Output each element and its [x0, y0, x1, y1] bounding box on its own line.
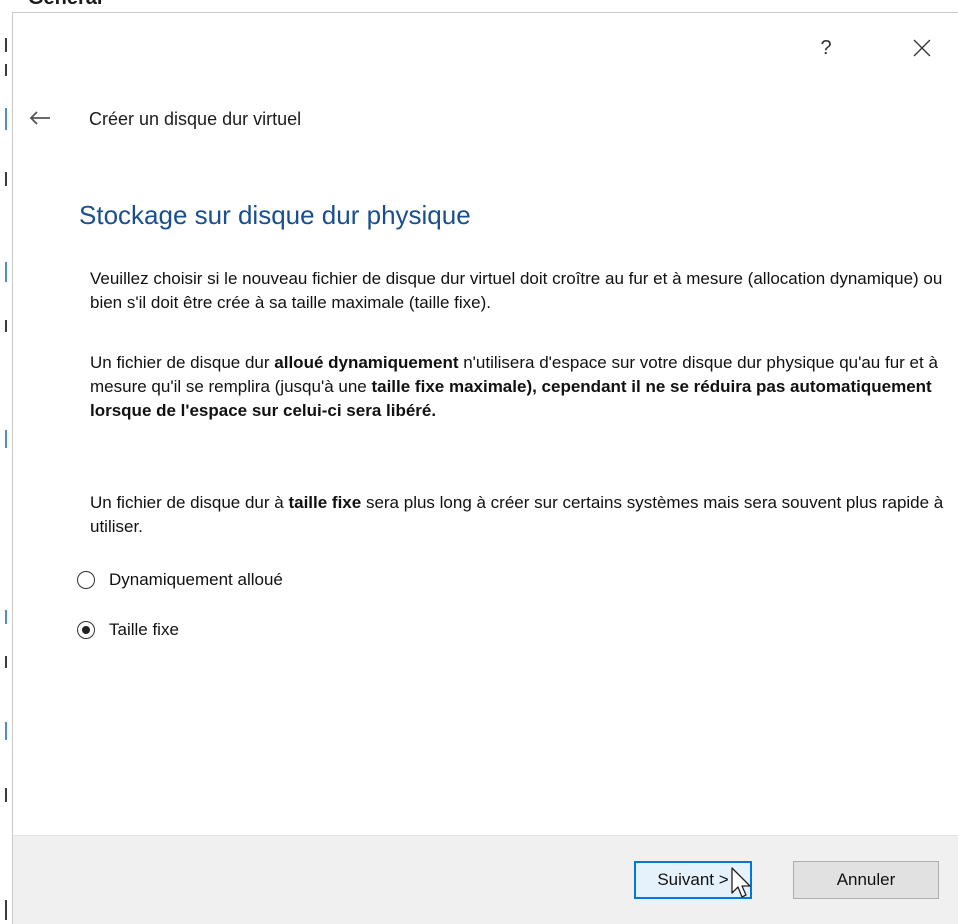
parent-window-mark — [5, 722, 7, 740]
dynamic-allocation-paragraph: Un fichier de disque dur alloué dynamiqu… — [90, 351, 958, 423]
description-paragraph: Veuillez choisir si le nouveau fichier d… — [90, 269, 943, 312]
parent-window-mark — [5, 262, 7, 282]
cancel-button[interactable]: Annuler — [793, 861, 939, 899]
parent-window-mark — [5, 430, 7, 448]
parent-window-title: Général — [28, 0, 102, 10]
parent-window-edge — [0, 0, 12, 924]
close-icon — [913, 39, 931, 57]
parent-window-mark — [5, 656, 7, 668]
radio-label[interactable]: Taille fixe — [109, 620, 179, 640]
mouse-pointer-icon — [731, 867, 751, 898]
parent-window-mark — [5, 320, 7, 332]
parent-window-mark — [5, 64, 7, 76]
help-button[interactable]: ? — [806, 33, 846, 63]
wizard-title: Créer un disque dur virtuel — [89, 109, 302, 129]
page-heading: Stockage sur disque dur physique — [79, 200, 471, 230]
paragraph-bold-text: taille fixe — [288, 493, 362, 512]
button-bar: Suivant > Annuler — [13, 835, 958, 924]
back-button[interactable] — [27, 105, 53, 131]
radio-button-unchecked[interactable] — [77, 571, 95, 589]
close-button[interactable] — [902, 33, 942, 63]
parent-window-mark — [5, 610, 7, 624]
parent-window-mark — [5, 172, 7, 186]
parent-window-mark — [5, 788, 7, 802]
radio-button-checked[interactable] — [77, 621, 95, 639]
back-arrow-icon — [29, 111, 50, 125]
radio-option-dynamic[interactable]: Dynamiquement alloué — [77, 570, 283, 590]
radio-label[interactable]: Dynamiquement alloué — [109, 570, 283, 590]
create-virtual-disk-dialog: ? Créer un disque dur virtuel Stockage s… — [12, 12, 958, 924]
paragraph-bold-text: alloué dynamiquement — [274, 353, 459, 372]
radio-option-fixed[interactable]: Taille fixe — [77, 620, 179, 640]
paragraph-text: Un fichier de disque dur à — [90, 493, 289, 512]
paragraph-text: Un fichier de disque dur — [90, 353, 275, 372]
parent-window-mark — [5, 108, 7, 130]
fixed-size-paragraph: Un fichier de disque dur à taille fixe s… — [90, 491, 958, 539]
parent-window-mark — [5, 900, 7, 920]
parent-window-mark — [5, 38, 7, 52]
screen: Général ? Créer un disque dur virtuel St… — [0, 0, 958, 924]
